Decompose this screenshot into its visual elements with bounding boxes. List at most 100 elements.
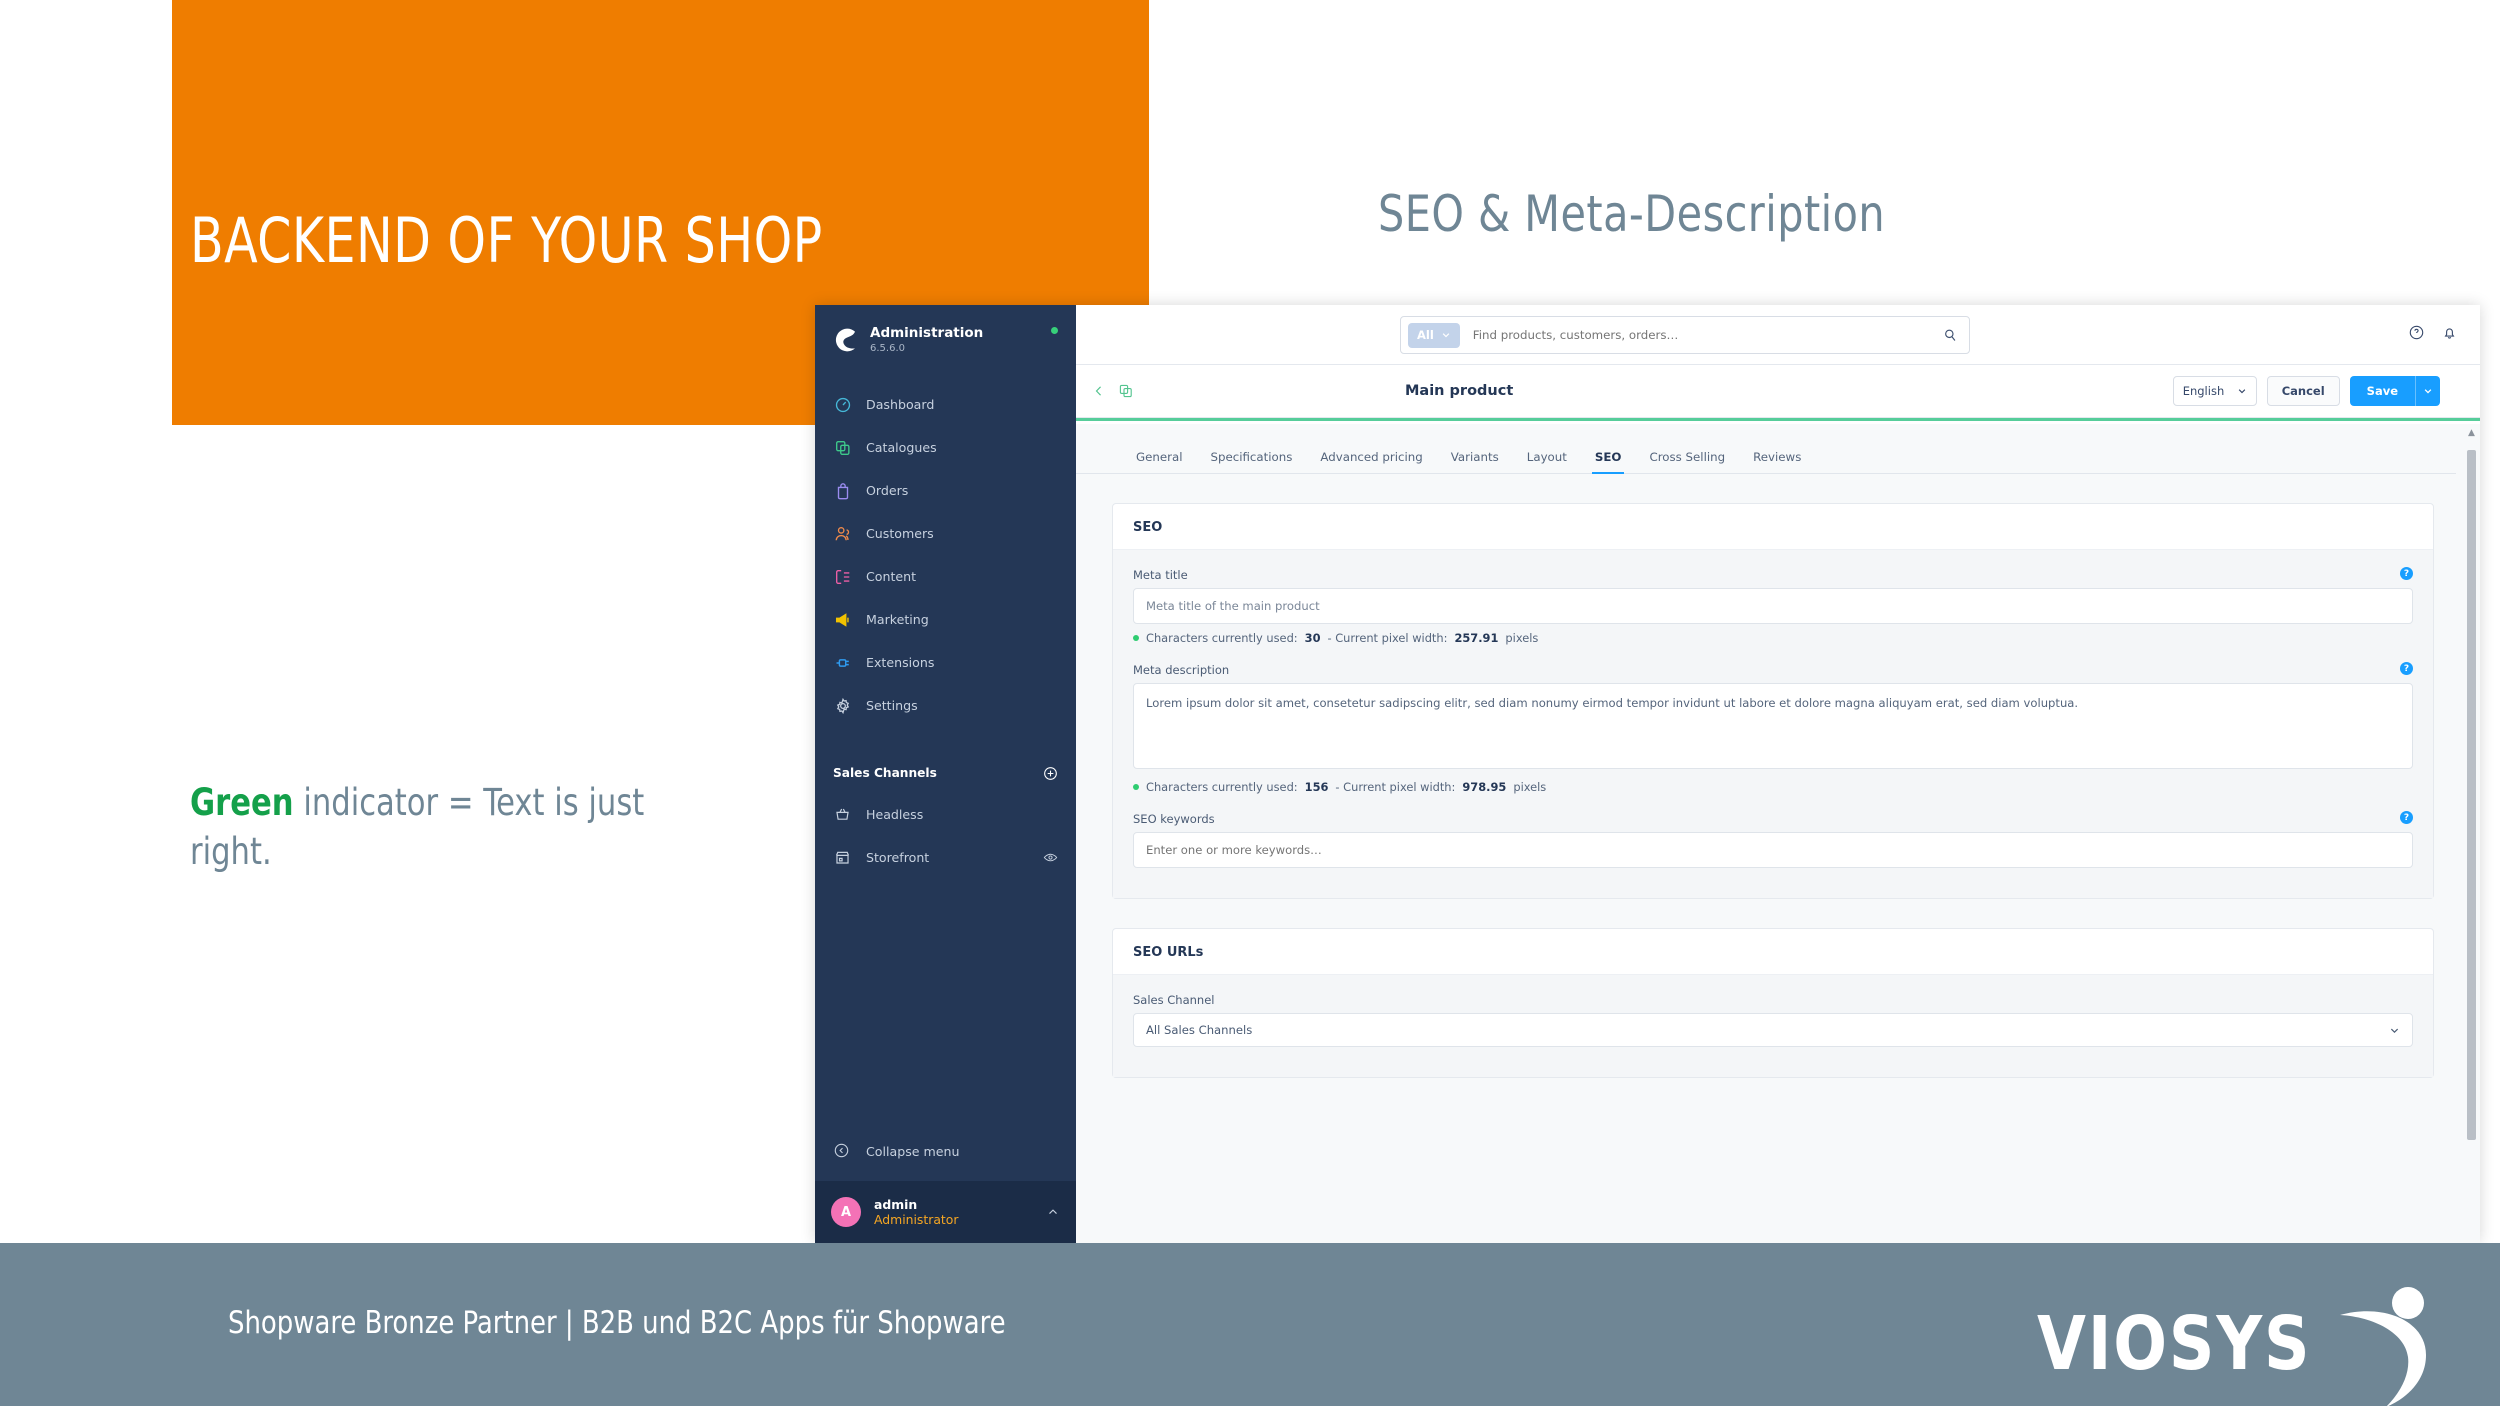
tab-reviews[interactable]: Reviews xyxy=(1739,450,1815,473)
sidebar-item-settings[interactable]: Settings xyxy=(815,684,1076,727)
collapse-menu-label: Collapse menu xyxy=(866,1143,960,1159)
sidebar-item-headless[interactable]: Headless xyxy=(815,793,1076,836)
gauge-icon xyxy=(833,395,852,414)
seo-card: SEO Meta title ? Characters currently us… xyxy=(1112,503,2434,899)
meta-description-label: Meta description xyxy=(1133,663,1230,677)
sidebar-item-label: Marketing xyxy=(866,612,929,627)
search-input[interactable] xyxy=(1459,328,1943,342)
cancel-button[interactable]: Cancel xyxy=(2266,376,2340,406)
help-icon[interactable]: ? xyxy=(2400,662,2413,675)
seo-keywords-label: SEO keywords xyxy=(1133,812,1215,826)
save-options-chevron-icon[interactable] xyxy=(2415,376,2440,406)
tab-seo[interactable]: SEO xyxy=(1581,450,1636,474)
bag-icon xyxy=(833,481,852,500)
scrollbar-thumb[interactable] xyxy=(2467,450,2476,1140)
sidebar-item-label: Storefront xyxy=(866,850,930,865)
counter-chars: 156 xyxy=(1304,780,1329,794)
meta-description-field: Meta description ? xyxy=(1133,662,2413,773)
sidebar-item-marketing[interactable]: Marketing xyxy=(815,598,1076,641)
sidebar-item-label: Extensions xyxy=(866,655,935,670)
avatar: A xyxy=(831,1197,861,1227)
presentation-slide: BACKEND OF YOUR SHOP SEO & Meta-Descript… xyxy=(0,0,2500,1406)
language-select[interactable]: English xyxy=(2172,376,2257,406)
tab-cross-selling[interactable]: Cross Selling xyxy=(1635,450,1739,473)
user-role: Administrator xyxy=(874,1212,959,1227)
scroll-up-arrow-icon[interactable]: ▲ xyxy=(2468,428,2475,438)
help-icon[interactable]: ? xyxy=(2400,567,2413,580)
sidebar-brand[interactable]: Administration 6.5.6.0 xyxy=(815,305,1076,359)
sidebar-item-storefront[interactable]: Storefront xyxy=(815,836,1076,879)
content-scroll-area[interactable]: General Specifications Advanced pricing … xyxy=(1076,424,2480,1243)
sidebar-item-label: Headless xyxy=(866,807,924,822)
copy-icon xyxy=(833,438,852,457)
meta-title-input[interactable] xyxy=(1133,588,2413,624)
search-icon[interactable] xyxy=(1943,328,1958,343)
content-icon xyxy=(833,567,852,586)
collapse-left-icon xyxy=(833,1142,851,1160)
meta-title-label: Meta title xyxy=(1133,568,1188,582)
sales-channel-value: All Sales Channels xyxy=(1146,1023,1253,1037)
section-headline: SEO & Meta-Description xyxy=(1378,185,1886,243)
save-button[interactable]: Save xyxy=(2350,376,2415,406)
viosys-swoosh-icon xyxy=(2340,1287,2426,1406)
user-menu[interactable]: A admin Administrator xyxy=(815,1181,1076,1243)
user-name: admin xyxy=(874,1196,918,1212)
save-button-group[interactable]: Save xyxy=(2349,376,2440,406)
seo-card-title: SEO xyxy=(1113,504,2433,550)
sub-bar-actions: English Cancel Save xyxy=(2172,376,2440,406)
sidebar-item-customers[interactable]: Customers xyxy=(815,512,1076,555)
tab-advanced-pricing[interactable]: Advanced pricing xyxy=(1306,450,1436,473)
shopware-logo-icon xyxy=(833,327,859,353)
global-search[interactable]: All xyxy=(1400,316,1970,354)
preview-eye-icon[interactable] xyxy=(1043,850,1058,865)
tab-specifications[interactable]: Specifications xyxy=(1197,450,1307,473)
duplicate-icon[interactable] xyxy=(1118,383,1134,399)
sidebar-item-label: Customers xyxy=(866,526,934,541)
counter-prefix: Characters currently used: xyxy=(1146,631,1298,645)
gear-icon xyxy=(833,696,852,715)
slide-caption: Green indicator = Text is just right. xyxy=(190,778,724,876)
admin-screenshot: Administration 6.5.6.0 Dashboard Catalog xyxy=(815,305,2480,1243)
sales-channels-group: Sales Channels xyxy=(815,753,1076,793)
basket-icon xyxy=(833,805,852,824)
counter-prefix: Characters currently used: xyxy=(1146,780,1298,794)
seo-keywords-input[interactable] xyxy=(1133,832,2413,868)
slide-title: BACKEND OF YOUR SHOP xyxy=(190,204,823,277)
product-tabs: General Specifications Advanced pricing … xyxy=(1076,424,2456,474)
sidebar: Administration 6.5.6.0 Dashboard Catalog xyxy=(815,305,1076,1243)
top-bar: All xyxy=(1076,305,2480,365)
collapse-menu-button[interactable]: Collapse menu xyxy=(815,1131,1076,1171)
chevron-up-icon[interactable] xyxy=(1046,1205,1060,1219)
counter-suffix: pixels xyxy=(1513,780,1547,794)
help-icon[interactable]: ? xyxy=(2400,811,2413,824)
vertical-scrollbar[interactable]: ▲ xyxy=(2467,428,2476,1239)
help-icon[interactable] xyxy=(2408,324,2425,341)
sidebar-item-dashboard[interactable]: Dashboard xyxy=(815,383,1076,426)
add-sales-channel-icon[interactable] xyxy=(1043,766,1058,781)
back-chevron-icon[interactable] xyxy=(1092,384,1106,398)
chevron-down-icon xyxy=(1442,333,1450,338)
viosys-logo: VIOSYS xyxy=(2037,1279,2440,1406)
counter-mid: - Current pixel width: xyxy=(1327,631,1448,645)
search-scope-label: All xyxy=(1417,328,1434,342)
tab-variants[interactable]: Variants xyxy=(1437,450,1513,473)
sidebar-nav: Dashboard Catalogues Orders Customers Co… xyxy=(815,383,1076,727)
meta-description-input[interactable] xyxy=(1133,683,2413,769)
sales-channel-field: Sales Channel All Sales Channels xyxy=(1133,993,2413,1047)
page-title: Main product xyxy=(1405,383,1514,399)
caption-highlight: Green xyxy=(190,781,294,824)
topbar-icons xyxy=(2408,324,2458,341)
sidebar-item-orders[interactable]: Orders xyxy=(815,469,1076,512)
sidebar-item-extensions[interactable]: Extensions xyxy=(815,641,1076,684)
sidebar-item-catalogues[interactable]: Catalogues xyxy=(815,426,1076,469)
sidebar-item-content[interactable]: Content xyxy=(815,555,1076,598)
tab-layout[interactable]: Layout xyxy=(1513,450,1581,473)
sidebar-item-label: Orders xyxy=(866,483,909,498)
sales-channel-select[interactable]: All Sales Channels xyxy=(1133,1013,2413,1047)
notifications-bell-icon[interactable] xyxy=(2441,324,2458,341)
seo-urls-card-title: SEO URLs xyxy=(1113,929,2433,975)
slide-footer: Shopware Bronze Partner | B2B und B2C Ap… xyxy=(0,1243,2500,1406)
tab-general[interactable]: General xyxy=(1122,450,1197,473)
search-scope-dropdown[interactable]: All xyxy=(1408,322,1460,348)
viosys-logo-text: VIOSYS xyxy=(2037,1301,2312,1387)
